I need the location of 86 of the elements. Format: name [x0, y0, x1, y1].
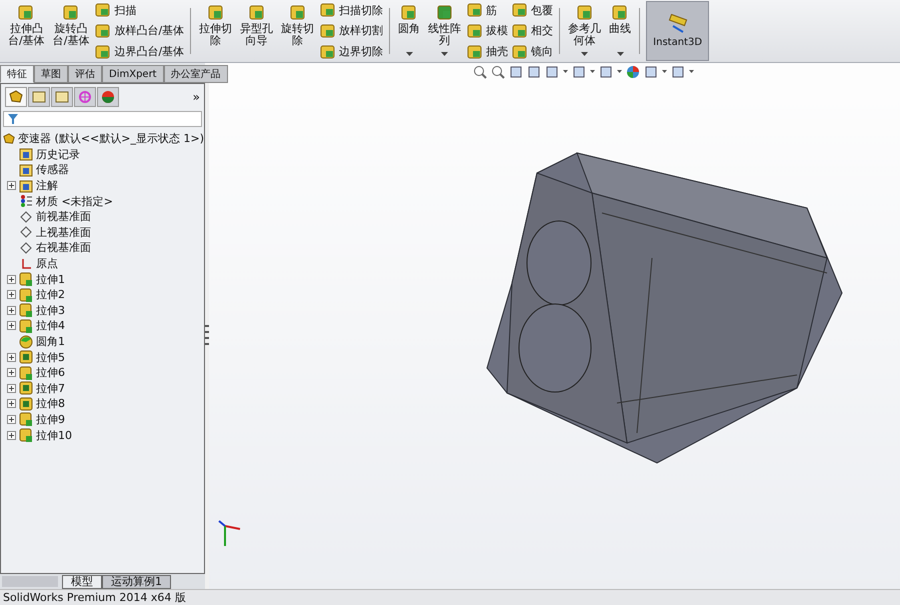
caret-icon[interactable] [441, 52, 448, 56]
expand-icon[interactable] [7, 352, 16, 362]
toolbar-button[interactable]: 包覆 [512, 2, 554, 18]
tree-item[interactable]: 传感器 [36, 162, 69, 178]
toolbar-button[interactable]: 旋转凸 台/基体 [50, 0, 92, 62]
tree-item[interactable]: 拉伸5 [36, 350, 65, 365]
toolbar-button[interactable]: 拉伸切 除 [197, 0, 234, 62]
toolbar-button[interactable]: 圆角 [396, 0, 422, 62]
tree-item[interactable]: 上视基准面 [36, 224, 91, 240]
expand-icon[interactable] [7, 430, 16, 440]
plane-icon [19, 240, 33, 255]
panel-tab[interactable] [97, 87, 119, 107]
expand-icon[interactable] [7, 384, 16, 393]
caret-icon[interactable] [406, 52, 413, 56]
toolbar-button[interactable]: 扫描 [95, 2, 184, 18]
ruler-icon [666, 14, 689, 34]
toolbar-button[interactable]: 边界凸台/基体 [95, 44, 184, 60]
zoom-area-icon[interactable] [491, 64, 506, 78]
expand-icon[interactable] [7, 368, 16, 378]
caret-icon[interactable] [617, 70, 622, 73]
toolbar-button[interactable]: 筋 [467, 2, 508, 18]
instant3d-button[interactable]: Instant3D [646, 1, 710, 61]
caret-icon[interactable] [616, 52, 624, 56]
toolbar-button[interactable]: 线性阵 列 [426, 0, 464, 62]
command-tab[interactable]: 办公室产品 [164, 65, 228, 83]
status-text: SolidWorks Premium 2014 x64 版 [3, 590, 186, 605]
panel-tab[interactable] [51, 87, 73, 107]
caret-icon[interactable] [689, 70, 694, 73]
toolbar-button[interactable]: 异型孔 向导 [238, 0, 276, 62]
tree-item[interactable]: 拉伸3 [36, 302, 65, 318]
tree-item[interactable]: 变速器 (默认<<默认>_显示状态 1>) [18, 131, 204, 146]
expand-icon[interactable] [7, 321, 16, 330]
tree-item[interactable]: 拉伸10 [36, 428, 72, 443]
caret-icon[interactable] [662, 70, 668, 73]
tree-item[interactable]: 拉伸1 [36, 272, 65, 287]
toolbar-button[interactable]: 放样凸台/基体 [95, 22, 184, 39]
toolbar-button[interactable]: 相交 [512, 22, 554, 39]
panel-tab[interactable] [5, 87, 27, 107]
expand-icon[interactable] [7, 290, 16, 300]
model-tab[interactable]: 运动算例1 [102, 574, 171, 588]
panel-tab[interactable] [28, 87, 50, 107]
expand-icon[interactable] [7, 414, 16, 424]
tree-item[interactable]: 材质 <未指定> [36, 194, 113, 209]
tree-item[interactable]: 前视基准面 [36, 209, 91, 224]
caret-icon[interactable] [563, 70, 568, 73]
command-tab[interactable]: 特征 [0, 65, 34, 83]
command-tab[interactable]: DimXpert [102, 65, 164, 83]
tree-item[interactable]: 圆角1 [36, 334, 65, 350]
material-icon [19, 194, 33, 208]
toolbar-button[interactable]: 旋转切 除 [279, 0, 316, 62]
toolbar-button[interactable]: 拔模 [467, 22, 508, 39]
tree-item[interactable]: 注解 [36, 178, 58, 194]
plane-icon [19, 210, 33, 224]
collapse-handle[interactable] [205, 325, 209, 347]
plane-icon [19, 225, 33, 240]
toolbar-button[interactable]: 扫描切除 [320, 2, 384, 18]
tree-item[interactable]: 拉伸4 [36, 318, 65, 334]
command-tab[interactable]: 草图 [34, 65, 68, 83]
appearance-icon[interactable] [626, 64, 640, 78]
tree-item[interactable]: 历史记录 [36, 146, 80, 162]
tree-item[interactable]: 拉伸9 [36, 412, 65, 427]
toolbar-button[interactable]: 抽壳 [467, 44, 508, 60]
toolbar-button[interactable]: 曲线 [607, 0, 634, 62]
expand-icon[interactable] [7, 274, 16, 284]
tree-item[interactable]: 拉伸7 [36, 380, 65, 396]
caret-icon[interactable] [590, 70, 596, 73]
toolbar-button[interactable]: 镜向 [512, 44, 554, 60]
toolbar-button[interactable]: 拉伸凸 台/基体 [6, 0, 47, 62]
toolbar-button[interactable]: 参考几 何体 [566, 0, 604, 62]
tree-item[interactable]: 拉伸6 [36, 365, 65, 380]
filter-icon [7, 113, 19, 125]
tree-item[interactable]: 拉伸8 [36, 396, 65, 412]
expand-icon[interactable] [7, 399, 16, 408]
caret-icon[interactable] [581, 52, 588, 56]
command-tab[interactable]: 评估 [68, 65, 102, 83]
toolbar-button[interactable]: 边界切除 [320, 44, 384, 60]
zoom-to-fit-icon[interactable] [473, 64, 488, 78]
expand-icon[interactable] [7, 306, 16, 315]
tree-item[interactable]: 原点 [36, 256, 58, 272]
tree-item[interactable]: 右视基准面 [36, 240, 91, 256]
filter-field[interactable] [3, 111, 202, 127]
more-button[interactable]: » [192, 90, 200, 104]
model-tab[interactable]: 模型 [62, 574, 102, 588]
expand-icon[interactable] [7, 181, 16, 190]
toolbar-button[interactable]: 放样切割 [320, 22, 384, 39]
tree-item[interactable]: 拉伸2 [36, 287, 65, 302]
